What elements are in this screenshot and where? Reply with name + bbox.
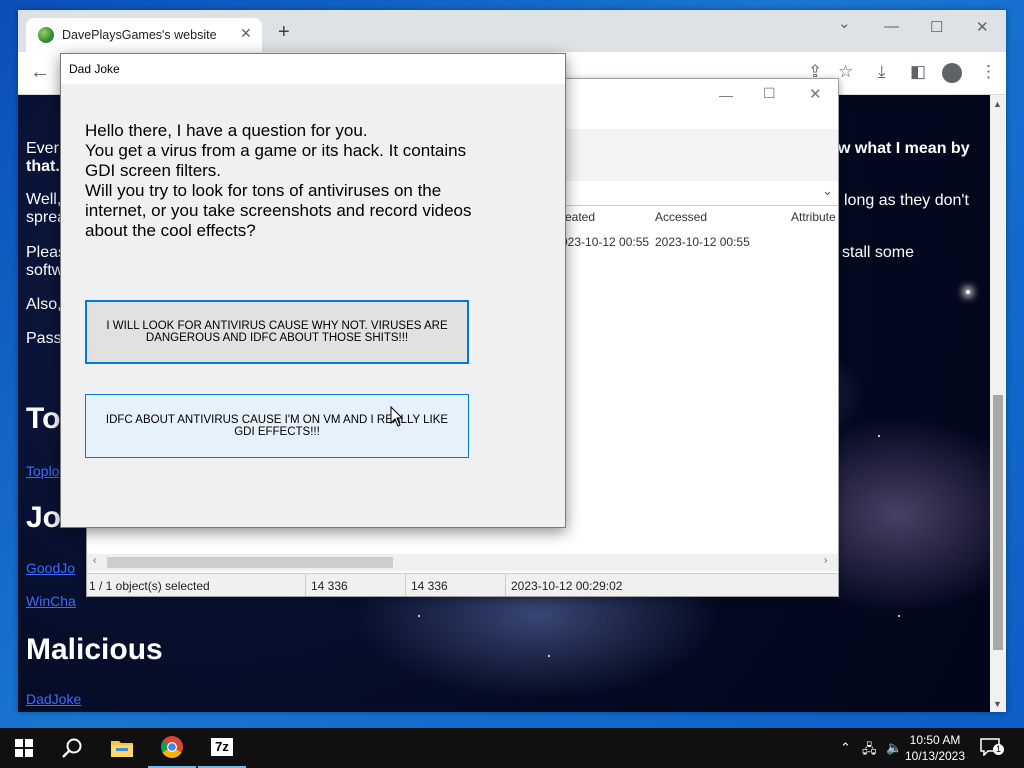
7zip-icon: 7z (211, 738, 233, 756)
page-link[interactable]: WinCha (26, 593, 76, 609)
page-text: stall some (842, 244, 915, 261)
message-line: You get a virus from a game or its hack.… (85, 141, 467, 160)
horizontal-scrollbar[interactable]: ‹ › (87, 554, 838, 571)
clock-date: 10/13/2023 (904, 749, 966, 763)
dialog-message: Hello there, I have a question for you. … (85, 121, 525, 241)
page-text: Pass (26, 330, 62, 347)
section-heading: Jo (26, 501, 62, 534)
bookmark-star-icon[interactable]: ☆ (838, 62, 853, 82)
maximize-button[interactable]: ☐ (763, 85, 776, 102)
scrollbar-thumb[interactable] (107, 557, 393, 568)
search-button[interactable] (48, 728, 96, 768)
column-created[interactable]: reated (561, 210, 595, 224)
notification-count: 1 (993, 744, 1004, 755)
scrollbar-thumb[interactable] (993, 395, 1003, 650)
mouse-cursor-icon (390, 406, 404, 427)
gdi-effects-button[interactable]: IDFC ABOUT ANTIVIRUS CAUSE I'M ON VM AND… (85, 394, 469, 458)
chrome-icon (161, 736, 183, 758)
maximize-button[interactable]: ☐ (930, 18, 943, 36)
cell-accessed: 2023-10-12 00:55 (655, 235, 750, 249)
page-link[interactable]: DadJoke (26, 691, 81, 707)
section-heading: To (26, 402, 61, 435)
status-divider (505, 574, 506, 596)
windows-logo-icon (15, 739, 33, 757)
back-icon[interactable]: ← (30, 61, 50, 84)
cell-created: 023-10-12 00:55 (561, 235, 650, 249)
star (878, 435, 880, 437)
message-line: GDI screen filters. (85, 161, 222, 180)
dialog-titlebar[interactable]: Dad Joke (61, 54, 565, 84)
7zip-taskbar-button[interactable]: 7z (198, 728, 246, 768)
column-accessed[interactable]: Accessed (655, 210, 707, 224)
status-bar: 1 / 1 object(s) selected 14 336 14 336 2… (87, 573, 838, 596)
file-explorer-button[interactable] (98, 728, 146, 768)
scroll-down-icon[interactable]: ▼ (993, 699, 1002, 709)
show-hidden-icons-icon[interactable]: ⌃ (840, 740, 851, 756)
site-favicon-icon (38, 27, 54, 43)
page-text: w what I mean by (838, 140, 970, 157)
download-icon[interactable]: ⤓ (878, 62, 886, 82)
new-tab-button[interactable]: + (278, 22, 290, 42)
star (898, 615, 900, 617)
message-line: about the cool effects? (85, 221, 256, 240)
close-button[interactable]: ✕ (809, 85, 822, 103)
page-text: long as they don't (844, 192, 969, 209)
chevron-down-icon[interactable]: ⌄ (822, 183, 833, 199)
notification-center-button[interactable]: 1 (980, 738, 1004, 758)
scroll-up-icon[interactable]: ▲ (993, 99, 1002, 109)
chrome-taskbar-button[interactable] (148, 728, 196, 768)
column-attributes[interactable]: Attribute (791, 210, 836, 224)
search-icon (62, 738, 82, 758)
page-text: that. (26, 158, 60, 175)
network-icon[interactable]: 🖧 (862, 740, 877, 762)
tab-search-icon[interactable]: ⌄ (838, 14, 851, 32)
page-scrollbar[interactable]: ▲ ▼ (990, 95, 1006, 712)
page-text: Ever (26, 140, 59, 157)
status-divider (305, 574, 306, 596)
page-text: Also, (26, 296, 62, 313)
page-link[interactable]: Toplo (26, 463, 59, 479)
minimize-button[interactable]: — (719, 87, 733, 103)
status-selected: 1 / 1 object(s) selected (89, 579, 210, 593)
system-clock[interactable]: 10:50 AM 10/13/2023 (900, 732, 970, 764)
dad-joke-dialog: Dad Joke Hello there, I have a question … (60, 53, 566, 528)
page-text: softw (26, 262, 64, 279)
star (548, 655, 550, 657)
star (418, 615, 420, 617)
dialog-title: Dad Joke (69, 62, 120, 76)
profile-avatar-icon[interactable] (942, 63, 962, 83)
scroll-left-icon[interactable]: ‹ (93, 555, 96, 566)
clock-time: 10:50 AM (909, 733, 961, 747)
status-packed-size: 14 336 (411, 579, 448, 593)
message-line: Hello there, I have a question for you. (85, 121, 368, 140)
look-for-antivirus-button[interactable]: I WILL LOOK FOR ANTIVIRUS CAUSE WHY NOT.… (85, 300, 469, 364)
taskbar: 7z ⌃ 🖧 🔈 10:50 AM 10/13/2023 1 (0, 728, 1024, 768)
page-link[interactable]: GoodJo (26, 560, 75, 576)
close-button[interactable]: ✕ (976, 18, 989, 36)
minimize-button[interactable]: — (884, 18, 899, 35)
menu-icon[interactable]: ⋮ (980, 62, 997, 82)
scroll-right-icon[interactable]: › (824, 555, 827, 566)
message-line: internet, or you take screenshots and re… (85, 201, 472, 220)
page-text: Well, (26, 191, 62, 208)
tab-close-icon[interactable]: ✕ (240, 25, 252, 42)
section-heading: Malicious (26, 633, 163, 666)
folder-icon (111, 741, 133, 757)
tab-title: DavePlaysGames's website (62, 28, 217, 42)
browser-tab[interactable]: DavePlaysGames's website ✕ (26, 18, 262, 52)
status-date: 2023-10-12 00:29:02 (511, 579, 623, 593)
start-button[interactable] (0, 728, 48, 768)
status-size: 14 336 (311, 579, 348, 593)
browser-tab-bar: DavePlaysGames's website ✕ + ⌄ — ☐ ✕ (18, 10, 1006, 52)
status-divider (405, 574, 406, 596)
side-panel-icon[interactable]: ◧ (910, 62, 926, 82)
star (966, 290, 970, 294)
message-line: Will you try to look for tons of antivir… (85, 181, 442, 200)
